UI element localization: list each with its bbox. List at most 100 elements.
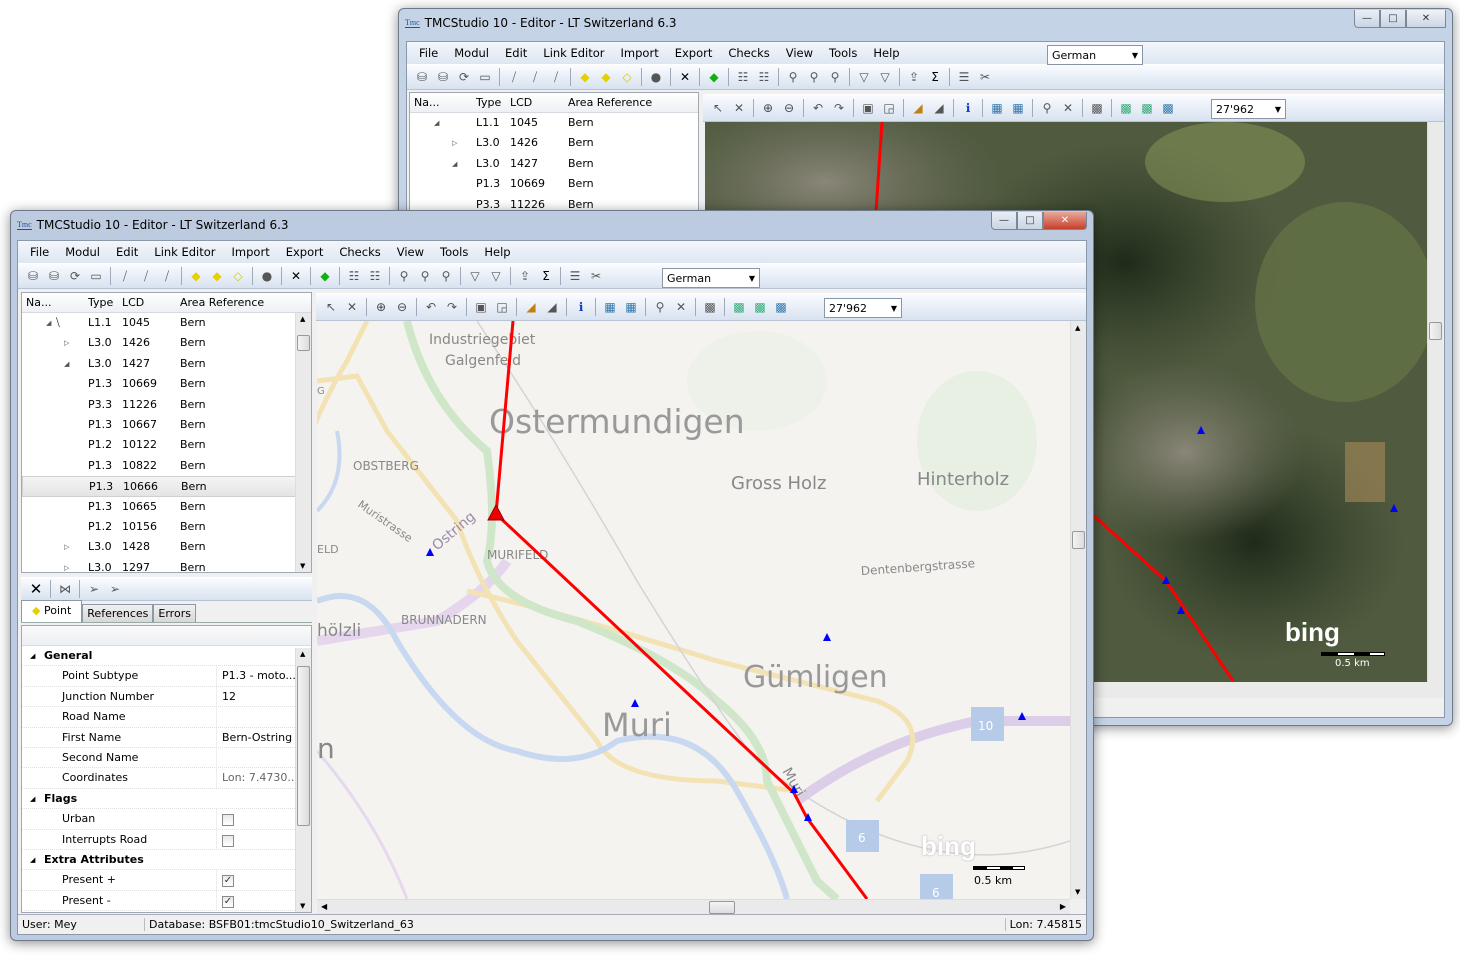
collapse-icon[interactable]: ◢ [64, 360, 69, 368]
map-horizontal-scrollbar[interactable]: ◀ ▶ [317, 899, 1070, 915]
tree-add-icon[interactable]: ☷ [345, 267, 363, 285]
menu-import[interactable]: Import [224, 245, 278, 259]
menu-help[interactable]: Help [865, 46, 907, 60]
property-row[interactable]: Coordinates Lon: 7.4730... [22, 768, 311, 789]
column-header[interactable]: LCD [510, 96, 532, 109]
column-header[interactable]: Area Reference [180, 296, 264, 309]
map-vertical-scrollbar[interactable] [1427, 122, 1443, 682]
split-icon[interactable]: ⋈ [56, 580, 74, 598]
clear-map-icon[interactable]: ✕ [672, 298, 690, 316]
property-row[interactable]: Present + ✓ [22, 870, 311, 891]
menu-help[interactable]: Help [476, 245, 518, 259]
tools-icon[interactable]: ✂ [976, 68, 994, 86]
column-header[interactable]: Na... [26, 296, 51, 309]
map-a-icon[interactable]: ▩ [730, 298, 748, 316]
point-erase-icon[interactable]: ◇ [618, 68, 636, 86]
export-icon[interactable]: ⇪ [516, 267, 534, 285]
expand-icon[interactable]: ▷ [64, 339, 69, 347]
column-header[interactable]: LCD [122, 296, 144, 309]
tmc-point-marker[interactable] [631, 699, 639, 707]
zoom-select-icon[interactable]: ◲ [493, 298, 511, 316]
deselect-icon[interactable]: ✕ [730, 99, 748, 117]
tree-remove-icon[interactable]: ☷ [755, 68, 773, 86]
sync-icon[interactable]: ⟳ [66, 267, 84, 285]
delete-icon[interactable]: ✕ [287, 267, 305, 285]
menu-export[interactable]: Export [278, 245, 332, 259]
find-clear-icon[interactable]: ⚲ [437, 267, 455, 285]
map-a-icon[interactable]: ▩ [1117, 99, 1135, 117]
menu-tools[interactable]: Tools [821, 46, 865, 60]
maximize-button[interactable]: □ [1017, 212, 1043, 230]
tree-row[interactable]: P1.3 10666 Bern [22, 476, 311, 497]
property-value[interactable]: P1.3 - moto... [222, 669, 296, 682]
point-add-icon[interactable]: ◆ [576, 68, 594, 86]
property-row[interactable]: Junction Number 12 [22, 686, 311, 708]
map-c-icon[interactable]: ▩ [1159, 99, 1177, 117]
zoom-in-icon[interactable]: ⊕ [759, 99, 777, 117]
point-disabled-icon[interactable]: ● [258, 267, 276, 285]
map-b-icon[interactable]: ▩ [751, 298, 769, 316]
tab-references[interactable]: References [82, 604, 154, 622]
map-image-icon[interactable]: ▩ [701, 298, 719, 316]
pin-st-icon[interactable]: ➢ [106, 580, 124, 598]
property-value[interactable]: Bern-Ostring [222, 731, 292, 744]
link-disabled-icon[interactable]: ⧸ [158, 267, 176, 285]
zoom-next-icon[interactable]: ↷ [830, 99, 848, 117]
menu-modul[interactable]: Modul [57, 245, 108, 259]
zoom-prev-icon[interactable]: ↶ [422, 298, 440, 316]
location-tree[interactable]: Na... Type LCD Area Reference ◢ L1.1 1045 Bern… [409, 92, 699, 222]
chart-edit-icon[interactable]: ◢ [543, 298, 561, 316]
db-add-icon[interactable]: ⛁ [45, 267, 63, 285]
zoom-extent-icon[interactable]: ▣ [859, 99, 877, 117]
zoom-select[interactable]: 27'962 ▼ [824, 298, 902, 318]
filter-icon[interactable]: ▽ [487, 267, 505, 285]
find-st-icon[interactable]: ⚲ [416, 267, 434, 285]
tab-errors[interactable]: Errors [153, 604, 196, 622]
green-diamond-icon[interactable]: ◆ [705, 68, 723, 86]
maximize-button[interactable]: □ [1380, 10, 1406, 28]
pin-icon[interactable]: ➢ [85, 580, 103, 598]
tree-row[interactable]: ▷ L3.0 1428 Bern [22, 537, 311, 557]
property-row[interactable]: Point Subtype P1.3 - moto... [22, 666, 311, 687]
property-grid[interactable]: ◢ General Point Subtype P1.3 - moto... Junct… [21, 625, 312, 913]
expand-icon[interactable]: ▷ [64, 564, 69, 572]
db-import-icon[interactable]: ⛁ [413, 68, 431, 86]
property-row[interactable]: Urban [22, 809, 311, 830]
property-category[interactable]: ◢ Extra Attributes [22, 850, 311, 871]
green-diamond-icon[interactable]: ◆ [316, 267, 334, 285]
minimize-button[interactable]: — [991, 212, 1017, 230]
scroll-up-icon[interactable]: ▲ [300, 315, 305, 323]
layer-grid-icon[interactable]: ▦ [1009, 99, 1027, 117]
tree-scrollbar[interactable]: ▲ ▼ [295, 313, 311, 572]
find-icon[interactable]: ⚲ [395, 267, 413, 285]
tree-row[interactable]: ◢ L1.1 1045 Bern [410, 113, 698, 133]
find-icon[interactable]: ⚲ [784, 68, 802, 86]
tree-row[interactable]: ◢ ⧹ L1.1 1045 Bern [22, 313, 311, 333]
scroll-right-icon[interactable]: ▶ [1060, 902, 1066, 911]
zoom-select-icon[interactable]: ◲ [880, 99, 898, 117]
menu-file[interactable]: File [22, 245, 57, 259]
property-category[interactable]: ◢ Flags [22, 789, 311, 810]
close-button[interactable]: ✕ [1043, 212, 1087, 230]
link-add-icon[interactable]: ⧸ [137, 267, 155, 285]
find-st-icon[interactable]: ⚲ [805, 68, 823, 86]
minimize-button[interactable]: — [1354, 10, 1380, 28]
find-map-icon[interactable]: ⚲ [651, 298, 669, 316]
filter-window-icon[interactable]: ▽ [466, 267, 484, 285]
property-checkbox[interactable]: ✓ [222, 875, 234, 888]
collapse-icon[interactable]: ◢ [30, 795, 35, 803]
tmc-point-marker[interactable] [823, 633, 831, 641]
scroll-left-icon[interactable]: ◀ [321, 902, 327, 911]
menu-file[interactable]: File [411, 46, 446, 60]
tree-row[interactable]: ▷ L3.0 1426 Bern [410, 133, 698, 153]
list-icon[interactable]: ☰ [566, 267, 584, 285]
menu-edit[interactable]: Edit [108, 245, 146, 259]
column-header[interactable]: Type [88, 296, 113, 309]
expand-icon[interactable]: ▷ [64, 543, 69, 551]
point-move-icon[interactable]: ◆ [597, 68, 615, 86]
menu-view[interactable]: View [389, 245, 432, 259]
export-icon[interactable]: ⇪ [905, 68, 923, 86]
layer-icon[interactable]: ▦ [601, 298, 619, 316]
delete-icon[interactable]: ✕ [676, 68, 694, 86]
map-image-icon[interactable]: ▩ [1088, 99, 1106, 117]
